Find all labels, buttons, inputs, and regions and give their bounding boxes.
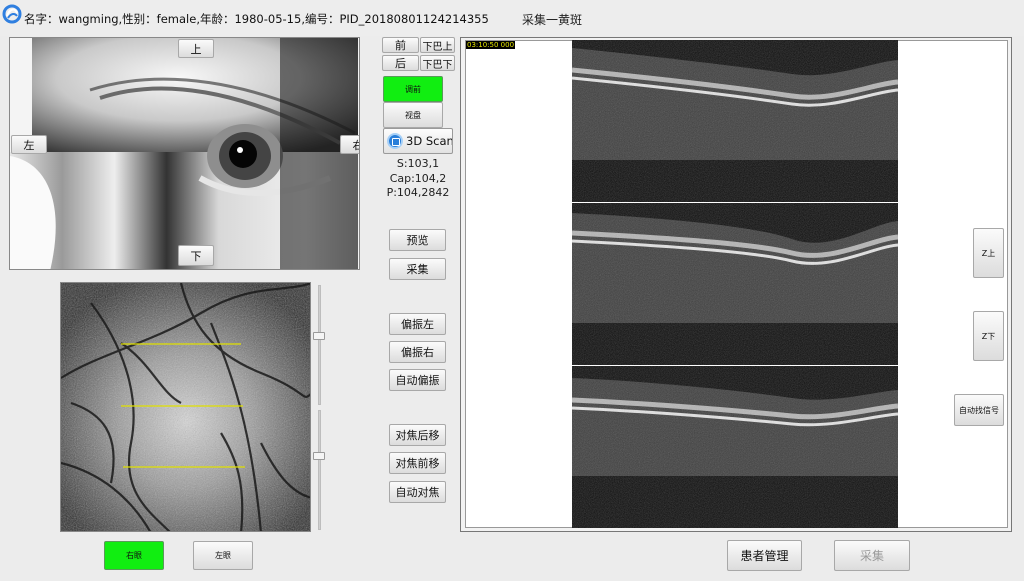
forward-button[interactable]: 前 (382, 37, 419, 53)
macula-mode-button[interactable]: 调前 (383, 76, 443, 102)
s-counter: S:103,1 (396, 157, 440, 170)
upper-slider-thumb[interactable] (313, 332, 325, 340)
focus-forward-button[interactable]: 对焦前移 (389, 452, 446, 474)
polarize-left-button[interactable]: 偏振左 (389, 313, 446, 335)
auto-signal-button[interactable]: 自动找信号 (954, 394, 1004, 426)
scan-mode-icon (387, 133, 403, 149)
auto-focus-button[interactable]: 自动对焦 (389, 481, 446, 503)
bscan-bottom (572, 366, 898, 528)
capture-small-button[interactable]: 采集 (389, 258, 446, 280)
lower-slider-track[interactable] (318, 410, 321, 530)
scan-mode-select[interactable]: 3D Scan ▼ (383, 128, 453, 154)
iris-camera-image (10, 38, 358, 269)
camera-left-button[interactable]: 左 (11, 135, 47, 154)
bscan-top (572, 40, 898, 202)
auto-polarize-button[interactable]: 自动偏振 (389, 369, 446, 391)
iris-camera-view: 上 左 右 下 (9, 37, 360, 270)
focus-back-button[interactable]: 对焦后移 (389, 424, 446, 446)
window-title: 采集一黄斑 (522, 13, 583, 27)
app-logo-icon (2, 4, 22, 24)
fundus-image (61, 283, 310, 531)
z-up-button[interactable]: Z上 (973, 228, 1004, 278)
polarize-right-button[interactable]: 偏振右 (389, 341, 446, 363)
capture-button[interactable]: 采集 (834, 540, 910, 571)
p-counter: P:104,2842 (386, 186, 450, 199)
upper-slider-track[interactable] (318, 285, 321, 405)
back-button[interactable]: 后 (382, 55, 419, 71)
fundus-view (60, 282, 311, 532)
lower-slider-thumb[interactable] (313, 452, 325, 460)
camera-up-button[interactable]: 上 (178, 39, 214, 58)
scan-mode-value: 3D Scan (406, 134, 453, 148)
right-eye-button[interactable]: 右眼 (104, 541, 164, 570)
patient-info: 名字：wangming,性别：female,年龄：1980-05-15,编号：P… (24, 12, 489, 26)
cap-counter: Cap:104,2 (389, 172, 447, 185)
left-eye-button[interactable]: 左眼 (193, 541, 253, 570)
preview-button[interactable]: 预览 (389, 229, 446, 251)
patient-management-button[interactable]: 患者管理 (727, 540, 802, 571)
title-bar: 名字：wangming,性别：female,年龄：1980-05-15,编号：P… (0, 0, 1024, 36)
oct-timestamp: 03:10:50 000 (466, 41, 516, 49)
camera-down-button[interactable]: 下 (178, 245, 214, 266)
optic-disc-mode-button[interactable]: 视盘 (383, 102, 443, 128)
chin-up-button[interactable]: 下巴上 (420, 37, 455, 53)
camera-right-button[interactable]: 右 (340, 135, 359, 154)
bscan-middle (572, 203, 898, 365)
chin-down-button[interactable]: 下巴下 (420, 55, 455, 71)
z-down-button[interactable]: Z下 (973, 311, 1004, 361)
